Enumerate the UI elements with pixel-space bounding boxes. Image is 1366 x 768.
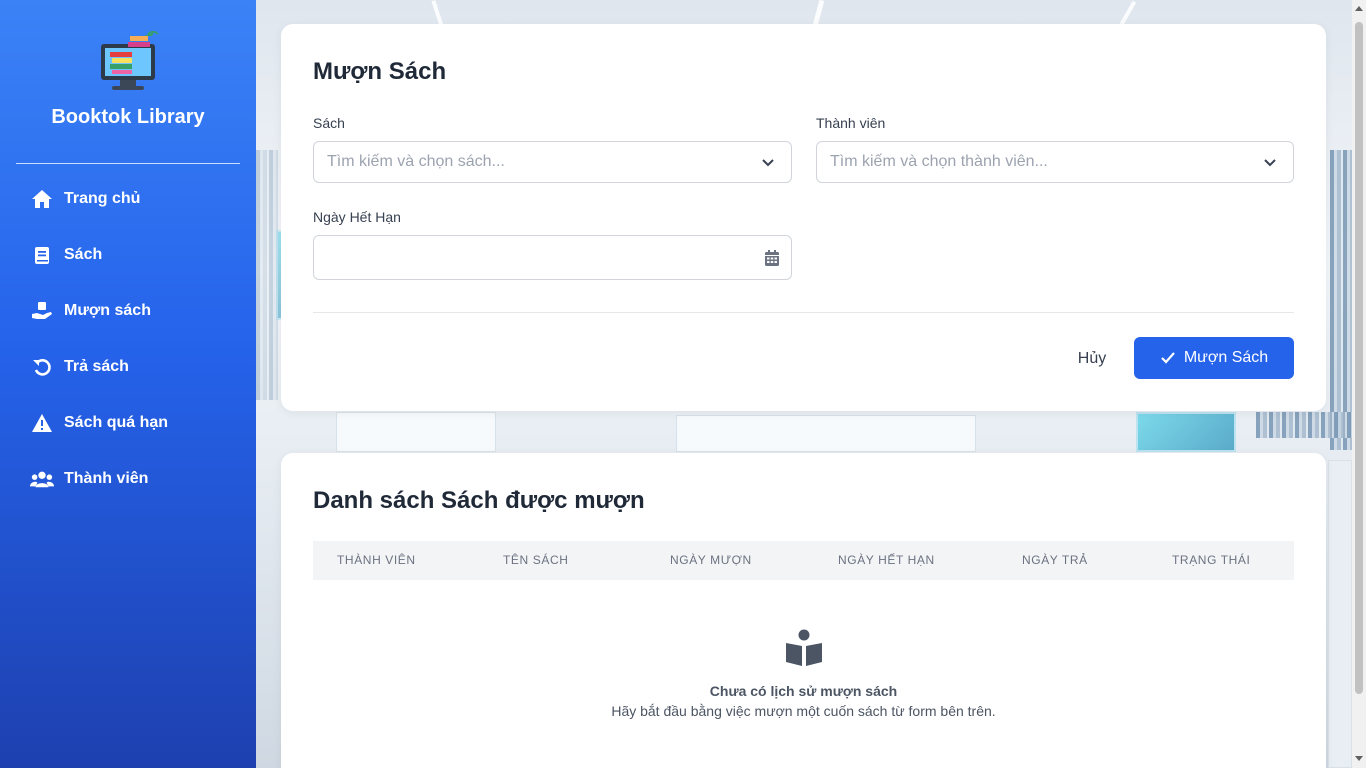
sidebar-divider	[16, 163, 240, 164]
column-header-return-date[interactable]: Ngày trả	[1022, 553, 1088, 567]
member-select-placeholder: Tìm kiếm và chọn thành viên...	[830, 153, 1048, 170]
sidebar-item-label: Trả sách	[64, 358, 129, 375]
borrow-submit-label: Mượn Sách	[1183, 349, 1269, 366]
due-date-label: Ngày Hết Hạn	[313, 209, 401, 225]
reading-book-icon	[786, 629, 822, 666]
library-logo	[101, 30, 159, 90]
chevron-down-icon	[1264, 159, 1276, 167]
list-title: Danh sách Sách được mượn	[313, 487, 645, 514]
column-header-due-date[interactable]: Ngày hết hạn	[838, 553, 935, 567]
scroll-down-arrow-icon[interactable]	[1355, 756, 1363, 761]
hand-book-icon	[30, 299, 54, 323]
borrow-submit-button[interactable]: Mượn Sách	[1134, 337, 1294, 379]
empty-state-subtitle: Hãy bắt đầu bằng việc mượn một cuốn sách…	[611, 703, 996, 719]
empty-state-title: Chưa có lịch sử mượn sách	[709, 683, 898, 699]
sidebar-item-label: Mượn sách	[64, 302, 151, 319]
sidebar-item-label: Trang chủ	[64, 190, 141, 207]
book-select[interactable]: Tìm kiếm và chọn sách...	[313, 141, 792, 183]
column-header-member[interactable]: Thành viên	[337, 553, 416, 567]
member-select[interactable]: Tìm kiếm và chọn thành viên...	[816, 141, 1294, 183]
member-field-label: Thành viên	[816, 115, 886, 131]
due-date-input[interactable]	[314, 236, 791, 279]
users-icon	[30, 467, 54, 491]
home-icon	[30, 187, 54, 211]
sidebar-nav: Trang chủ Sách Mượn sách Trả sách Sách q…	[0, 171, 256, 507]
borrowed-list-card: Danh sách Sách được mượn Thành viên Tên …	[281, 453, 1326, 768]
sidebar-item-return[interactable]: Trả sách	[0, 339, 256, 395]
warning-icon	[30, 411, 54, 435]
check-icon	[1161, 352, 1175, 364]
sidebar-item-books[interactable]: Sách	[0, 227, 256, 283]
chevron-down-icon	[762, 159, 774, 167]
borrow-form-card: Mượn Sách Sách Tìm kiếm và chọn sách... …	[281, 24, 1326, 411]
sidebar-item-home[interactable]: Trang chủ	[0, 171, 256, 227]
sidebar-item-label: Thành viên	[64, 470, 149, 487]
column-header-book-title[interactable]: Tên sách	[503, 553, 568, 567]
form-divider	[313, 312, 1294, 313]
scroll-thumb[interactable]	[1355, 22, 1363, 694]
book-field-label: Sách	[313, 115, 345, 131]
sidebar-item-overdue[interactable]: Sách quá hạn	[0, 395, 256, 451]
book-icon	[30, 243, 54, 267]
table-header: Thành viên Tên sách Ngày mượn Ngày hết h…	[313, 541, 1294, 580]
sidebar-item-members[interactable]: Thành viên	[0, 451, 256, 507]
sidebar-item-borrow[interactable]: Mượn sách	[0, 283, 256, 339]
brand-name: Booktok Library	[51, 106, 205, 128]
book-select-placeholder: Tìm kiếm và chọn sách...	[327, 153, 505, 170]
due-date-field	[313, 235, 792, 280]
page-scrollbar[interactable]	[1352, 0, 1366, 768]
scroll-up-arrow-icon[interactable]	[1355, 6, 1363, 11]
calendar-icon[interactable]	[765, 250, 779, 266]
sidebar-item-label: Sách quá hạn	[64, 414, 169, 431]
sidebar: Booktok Library Trang chủ Sách Mượn sách…	[0, 0, 256, 768]
form-title: Mượn Sách	[313, 58, 447, 85]
sidebar-item-label: Sách	[64, 246, 103, 263]
column-header-borrow-date[interactable]: Ngày mượn	[670, 553, 752, 567]
undo-icon	[30, 355, 54, 379]
cancel-button[interactable]: Hủy	[1056, 338, 1128, 380]
column-header-status[interactable]: Trạng thái	[1172, 553, 1250, 567]
